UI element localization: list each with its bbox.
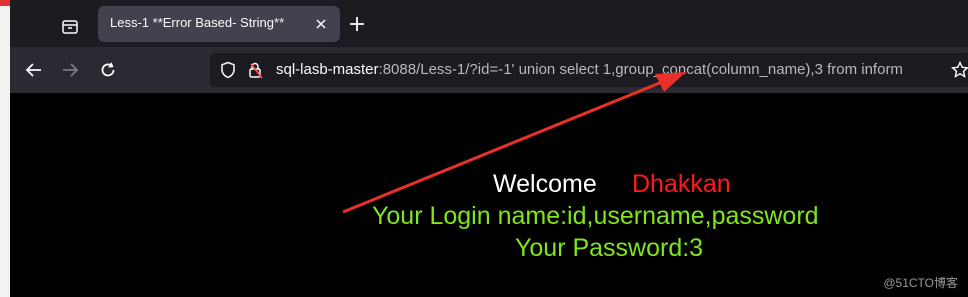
password-line: Your Password:3 <box>515 234 704 262</box>
tab-bar: Less-1 **Error Based- String** <box>10 0 968 47</box>
navigation-bar: sql-lasb-master:8088/Less-1/?id=-1' unio… <box>10 47 968 93</box>
url-bar[interactable]: sql-lasb-master:8088/Less-1/?id=-1' unio… <box>210 53 968 87</box>
url-path: :8088/Less-1/?id=-1' union select 1,grou… <box>378 61 903 78</box>
forward-arrow-icon[interactable] <box>58 58 82 82</box>
welcome-label: Welcome <box>493 170 597 198</box>
red-marker <box>0 0 10 6</box>
background-window-strip <box>0 0 10 297</box>
back-arrow-icon[interactable] <box>22 58 46 82</box>
login-name-line: Your Login name:id,username,password <box>372 202 819 230</box>
lock-warning-icon[interactable] <box>246 60 266 80</box>
close-icon[interactable] <box>312 15 330 33</box>
tab-manager-icon[interactable] <box>56 12 84 40</box>
url-text[interactable]: sql-lasb-master:8088/Less-1/?id=-1' unio… <box>276 61 903 78</box>
star-icon[interactable] <box>950 60 968 80</box>
url-host: sql-lasb-master <box>276 61 379 78</box>
reload-icon[interactable] <box>96 58 120 82</box>
shield-icon[interactable] <box>218 60 238 80</box>
active-tab[interactable]: Less-1 **Error Based- String** <box>98 6 340 42</box>
plus-icon[interactable] <box>345 12 369 36</box>
tab-title: Less-1 **Error Based- String** <box>110 15 285 30</box>
username-text: Dhakkan <box>632 170 731 198</box>
watermark: @51CTO博客 <box>883 276 958 290</box>
page-content: Welcome Dhakkan Your Login name:id,usern… <box>10 93 968 297</box>
